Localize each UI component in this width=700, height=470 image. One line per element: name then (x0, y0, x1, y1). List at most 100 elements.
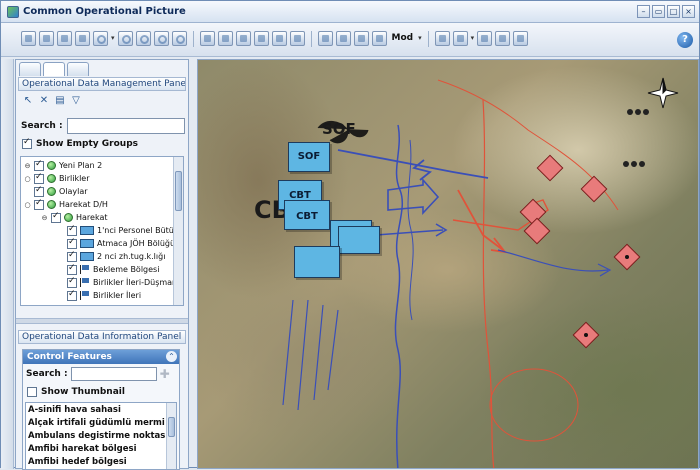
layer-icon[interactable] (21, 31, 36, 46)
cluster-dots (623, 109, 649, 167)
line-of-sight-icon[interactable] (235, 31, 251, 46)
eye-icon[interactable] (289, 31, 305, 46)
tab-symbols[interactable] (67, 62, 89, 76)
select-icon[interactable]: ↖ (22, 95, 34, 107)
tree-item[interactable]: ⊖ Harekat (41, 211, 107, 224)
friendly-unit-sof[interactable]: SOF (288, 142, 330, 172)
zoom-extent-icon[interactable] (153, 31, 169, 46)
unit-marker (584, 333, 588, 337)
blue-attack-arrow (387, 177, 440, 216)
map-save-icon[interactable] (57, 31, 72, 46)
blue-boundary-line (407, 139, 414, 321)
red-boundary-line (482, 99, 495, 468)
globe-icon (47, 187, 56, 196)
zoom-out-icon[interactable] (135, 31, 151, 46)
close-icon[interactable]: × (682, 5, 695, 18)
friendly-unit[interactable] (338, 226, 380, 254)
management-panel-header: Operational Data Management Panel (18, 77, 186, 91)
add-icon[interactable]: ✚ (160, 367, 170, 381)
elevation-icon[interactable] (253, 31, 269, 46)
tree-item[interactable]: Birlikler İleri-Düşmanı (67, 276, 179, 289)
collapse-icon[interactable]: ⌃ (166, 351, 177, 362)
control-features-title: Control Features (23, 350, 179, 364)
grid-settings-icon[interactable] (452, 31, 468, 46)
filter-icon[interactable]: ▽ (70, 95, 82, 107)
grid-dropdown-icon[interactable]: ▾ (471, 31, 475, 47)
list-item[interactable]: Amfibi hedef bölgesi (28, 457, 127, 467)
zoom-icon[interactable] (93, 31, 108, 46)
search-input[interactable] (66, 118, 185, 134)
terrain-icon[interactable] (199, 31, 215, 46)
tree-item[interactable]: ○ Harekat D/H (24, 198, 108, 211)
print-preview-icon[interactable] (495, 31, 511, 46)
print-icon[interactable] (477, 31, 493, 46)
monitor-icon[interactable] (513, 31, 529, 46)
3d-view-icon[interactable] (217, 31, 233, 46)
tree-scrollbar[interactable] (173, 157, 183, 305)
side-collapse-strip[interactable] (1, 59, 14, 469)
help-icon[interactable]: ? (677, 32, 693, 48)
tree-item[interactable]: Birlikler İleri (67, 289, 141, 302)
maximize-icon[interactable]: □ (667, 5, 680, 18)
tree-item[interactable]: Olaylar (34, 185, 88, 198)
group-icon[interactable]: ▤ (54, 95, 66, 107)
plan-tree: ⊖ Yeni Plan 2 ○ Birlikler Olaylar ○ Hare… (20, 156, 184, 306)
map-view[interactable]: SOF CB SOF CBT CBT (197, 59, 699, 469)
tools-icon[interactable]: ✕ (38, 95, 50, 107)
tree-item[interactable]: 2 nci zh.tug.k.lığı (67, 250, 165, 263)
blue-boundary-line (394, 124, 404, 468)
tree-item[interactable]: 1'nci Personel Bütün (67, 224, 179, 237)
zoom-dropdown-icon[interactable]: ▾ (111, 31, 115, 47)
chart-icon[interactable] (271, 31, 287, 46)
list-item[interactable]: Alçak irtifali güdümlü mermi kı (28, 418, 176, 428)
main-window: Common Operational Picture – ▭ □ × ▾ Mod… (0, 0, 700, 470)
left-panel: Operational Data Management Panel ↖ ✕ ▤ … (15, 59, 189, 470)
tab-layers[interactable] (43, 62, 65, 76)
show-empty-groups-label: Show Empty Groups (36, 139, 139, 149)
friendly-unit[interactable] (294, 246, 340, 278)
window-icon[interactable] (317, 31, 333, 46)
arrow-icon (80, 278, 90, 287)
list-item[interactable]: A-sinifi hava sahasi (28, 405, 121, 415)
information-panel-header: Operational Data Information Panel (18, 330, 186, 344)
tree-item[interactable]: ⊖ Yeni Plan 2 (24, 159, 102, 172)
show-empty-groups-checkbox[interactable] (22, 137, 32, 149)
search-label: Search : (21, 121, 63, 131)
mode-dropdown-icon[interactable]: ▾ (418, 31, 422, 47)
globe-icon (47, 174, 56, 183)
control-features-scrollbar[interactable] (166, 403, 176, 469)
hostile-unit (519, 154, 641, 349)
panel-splitter[interactable] (16, 318, 188, 324)
red-counter-arrow (457, 189, 508, 254)
unit-icon (80, 226, 94, 235)
zoom-in-icon[interactable] (117, 31, 133, 46)
tree-item[interactable]: Atmaca JÖH Bölüğü (67, 237, 175, 250)
control-features-list: A-sinifi hava sahasi Alçak irtifali güdü… (25, 402, 177, 470)
map-open-icon[interactable] (39, 31, 54, 46)
arrow-icon (80, 291, 90, 300)
edit-icon[interactable] (353, 31, 369, 46)
list-item[interactable]: Amfibi harekat bölgesi (28, 444, 137, 454)
map-overlay (282, 77, 679, 468)
list-item[interactable]: Ambulans degistirme noktasi (28, 431, 168, 441)
tree-item[interactable]: Bekleme Bölgesi (67, 263, 159, 276)
north-arrow (647, 77, 679, 109)
zoom-previous-icon[interactable] (171, 31, 187, 46)
control-features-search-input[interactable] (70, 367, 157, 381)
area-icon (80, 265, 90, 274)
tools-icon[interactable] (335, 31, 351, 46)
tab-data[interactable] (19, 62, 41, 76)
show-thumbnail-label: Show Thumbnail (41, 387, 125, 397)
friendly-unit-cbt[interactable]: CBT (284, 200, 330, 230)
app-icon (7, 6, 19, 18)
save-icon[interactable] (371, 31, 387, 46)
globe-icon (47, 200, 56, 209)
unit-marker (625, 255, 629, 259)
mode-button[interactable]: Mod (390, 31, 416, 47)
minimize-icon[interactable]: – (637, 5, 650, 18)
restore-icon[interactable]: ▭ (652, 5, 665, 18)
show-thumbnail-checkbox[interactable] (27, 387, 37, 397)
tree-item[interactable]: ○ Birlikler (24, 172, 90, 185)
pan-icon[interactable] (75, 31, 90, 46)
grid-icon[interactable] (434, 31, 450, 46)
